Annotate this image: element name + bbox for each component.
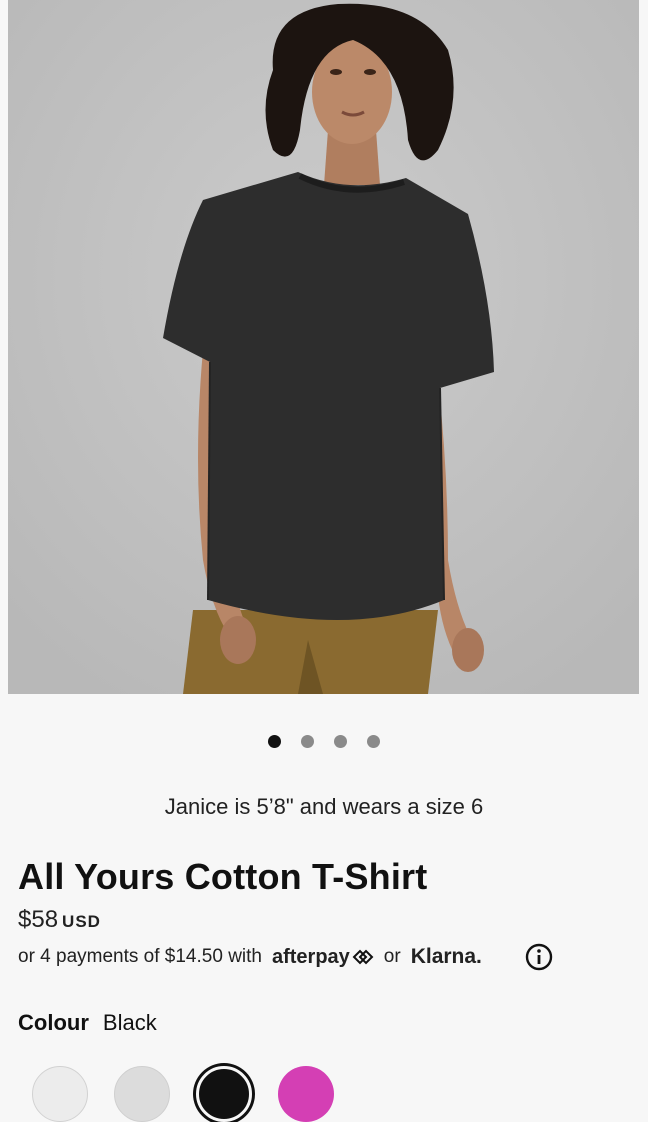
gallery-dot-4[interactable] (367, 735, 380, 748)
gallery-dot-2[interactable] (301, 735, 314, 748)
swatch-grey[interactable] (114, 1066, 170, 1122)
colour-value: Black (102, 1010, 157, 1035)
swatch-black[interactable] (196, 1066, 252, 1122)
afterpay-label: afterpay (271, 945, 350, 968)
colour-selection: Colour Black (18, 1010, 157, 1036)
price-amount: $58 (18, 906, 59, 933)
product-title: All Yours Cotton T-Shirt (18, 856, 428, 897)
installment-info: or 4 payments of $14.50 with afterpay or… (18, 945, 482, 969)
gallery-dot-1[interactable] (268, 735, 281, 748)
model-photo-illustration (8, 0, 639, 694)
or-text: or (383, 946, 401, 967)
klarna-logo[interactable]: Klarna. (411, 945, 482, 969)
colour-label: Colour (18, 1010, 89, 1035)
info-icon[interactable] (525, 943, 553, 971)
swatch-pink[interactable] (278, 1066, 334, 1122)
installment-text: or 4 payments of $14.50 with (18, 946, 262, 967)
product-price: $58 USD (18, 906, 101, 934)
afterpay-logo[interactable]: afterpay (272, 946, 374, 969)
gallery-dot-3[interactable] (334, 735, 347, 748)
colour-swatches (32, 1066, 334, 1122)
model-size-note: Janice is 5’8" and wears a size 6 (164, 794, 484, 819)
gallery-pagination (0, 735, 648, 748)
swatch-white[interactable] (32, 1066, 88, 1122)
afterpay-arrows-icon (352, 949, 374, 965)
price-currency: USD (62, 912, 101, 931)
product-image[interactable] (8, 0, 639, 694)
